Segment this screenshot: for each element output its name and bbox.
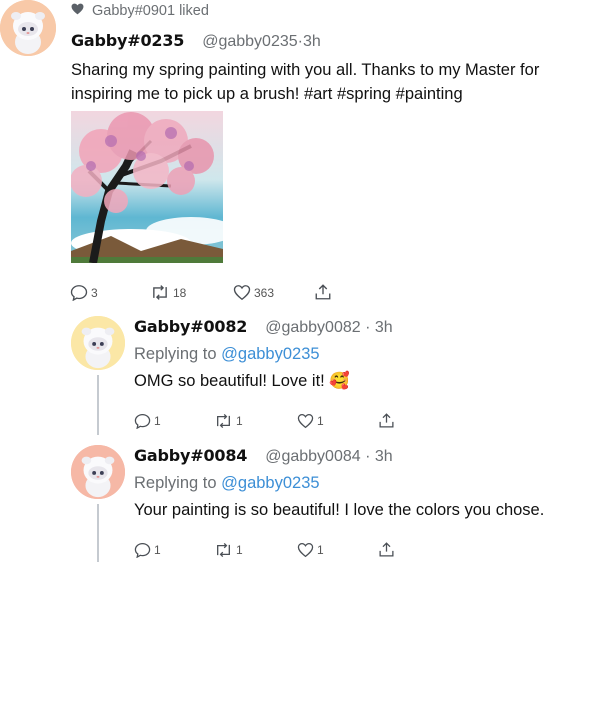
user-handle[interactable]: @gabby0082 [265, 319, 360, 336]
post-time: · 3h [365, 319, 393, 336]
reply-text: Your painting is so beautiful! I love th… [134, 501, 545, 519]
thread-line [97, 504, 99, 562]
like-count: 1 [317, 543, 324, 557]
display-name[interactable]: Gabby#0235 [71, 31, 184, 50]
reply-count: 1 [154, 414, 161, 428]
avatar[interactable] [71, 445, 125, 499]
repost-count: 18 [173, 285, 187, 300]
repost-icon [214, 413, 233, 429]
post-header: Gabby#0235 @gabby0235·3h [71, 31, 321, 51]
post-image[interactable] [71, 111, 223, 263]
replying-to-handle[interactable]: @gabby0235 [221, 345, 319, 363]
repost-button[interactable]: 18 [150, 284, 186, 301]
post-time: ·3h [297, 33, 321, 50]
share-button[interactable] [378, 541, 395, 558]
thread-line [97, 375, 99, 435]
reply-header: Gabby#0084 @gabby0084 · 3h [134, 446, 393, 466]
share-icon [378, 412, 395, 429]
activity-label: Gabby#0901 liked [92, 3, 209, 19]
heart-icon [233, 284, 251, 301]
repost-button[interactable]: 1 [214, 413, 243, 429]
post-text: Sharing my spring painting with you all.… [71, 61, 540, 103]
replying-to: Replying to @gabby0235 [134, 345, 320, 364]
share-button[interactable] [378, 412, 395, 429]
reply-button[interactable]: 1 [134, 413, 161, 429]
display-name[interactable]: Gabby#0084 [134, 446, 247, 465]
like-button[interactable]: 1 [297, 542, 324, 558]
heart-icon [297, 542, 314, 558]
user-handle[interactable]: @gabby0084 [265, 448, 360, 465]
share-button[interactable] [314, 283, 332, 301]
replying-to-label: Replying to [134, 474, 217, 492]
replying-to-handle[interactable]: @gabby0235 [221, 474, 319, 492]
cherry-blossom-tree-painting [71, 111, 223, 263]
replying-to-label: Replying to [134, 345, 217, 363]
reply-count: 1 [154, 543, 161, 557]
replying-to: Replying to @gabby0235 [134, 474, 320, 493]
repost-icon [214, 542, 233, 558]
repost-button[interactable]: 1 [214, 542, 243, 558]
avatar-character-icon [71, 445, 125, 499]
repost-icon [150, 284, 170, 301]
comment-icon [70, 284, 88, 301]
repost-count: 1 [236, 543, 243, 557]
user-handle[interactable]: @gabby0235 [202, 33, 297, 50]
reply-text: OMG so beautiful! Love it! 🥰 [134, 372, 350, 390]
like-button[interactable]: 1 [297, 413, 324, 429]
share-icon [378, 541, 395, 558]
avatar-character-icon [71, 316, 125, 370]
share-icon [314, 283, 332, 301]
reply-button[interactable]: 3 [70, 284, 98, 301]
post-time: · 3h [365, 448, 393, 465]
reply-header: Gabby#0082 @gabby0082 · 3h [134, 317, 393, 337]
activity-header: Gabby#0901 liked [71, 2, 209, 20]
heart-filled-icon [71, 2, 84, 20]
like-count: 363 [254, 285, 275, 300]
heart-icon [297, 413, 314, 429]
reply-button[interactable]: 1 [134, 542, 161, 558]
reply-count: 3 [91, 285, 98, 300]
avatar-character-icon [0, 0, 56, 56]
comment-icon [134, 413, 151, 429]
avatar[interactable] [0, 0, 56, 56]
avatar[interactable] [71, 316, 125, 370]
display-name[interactable]: Gabby#0082 [134, 317, 247, 336]
repost-count: 1 [236, 414, 243, 428]
like-button[interactable]: 363 [233, 284, 274, 301]
comment-icon [134, 542, 151, 558]
like-count: 1 [317, 414, 324, 428]
